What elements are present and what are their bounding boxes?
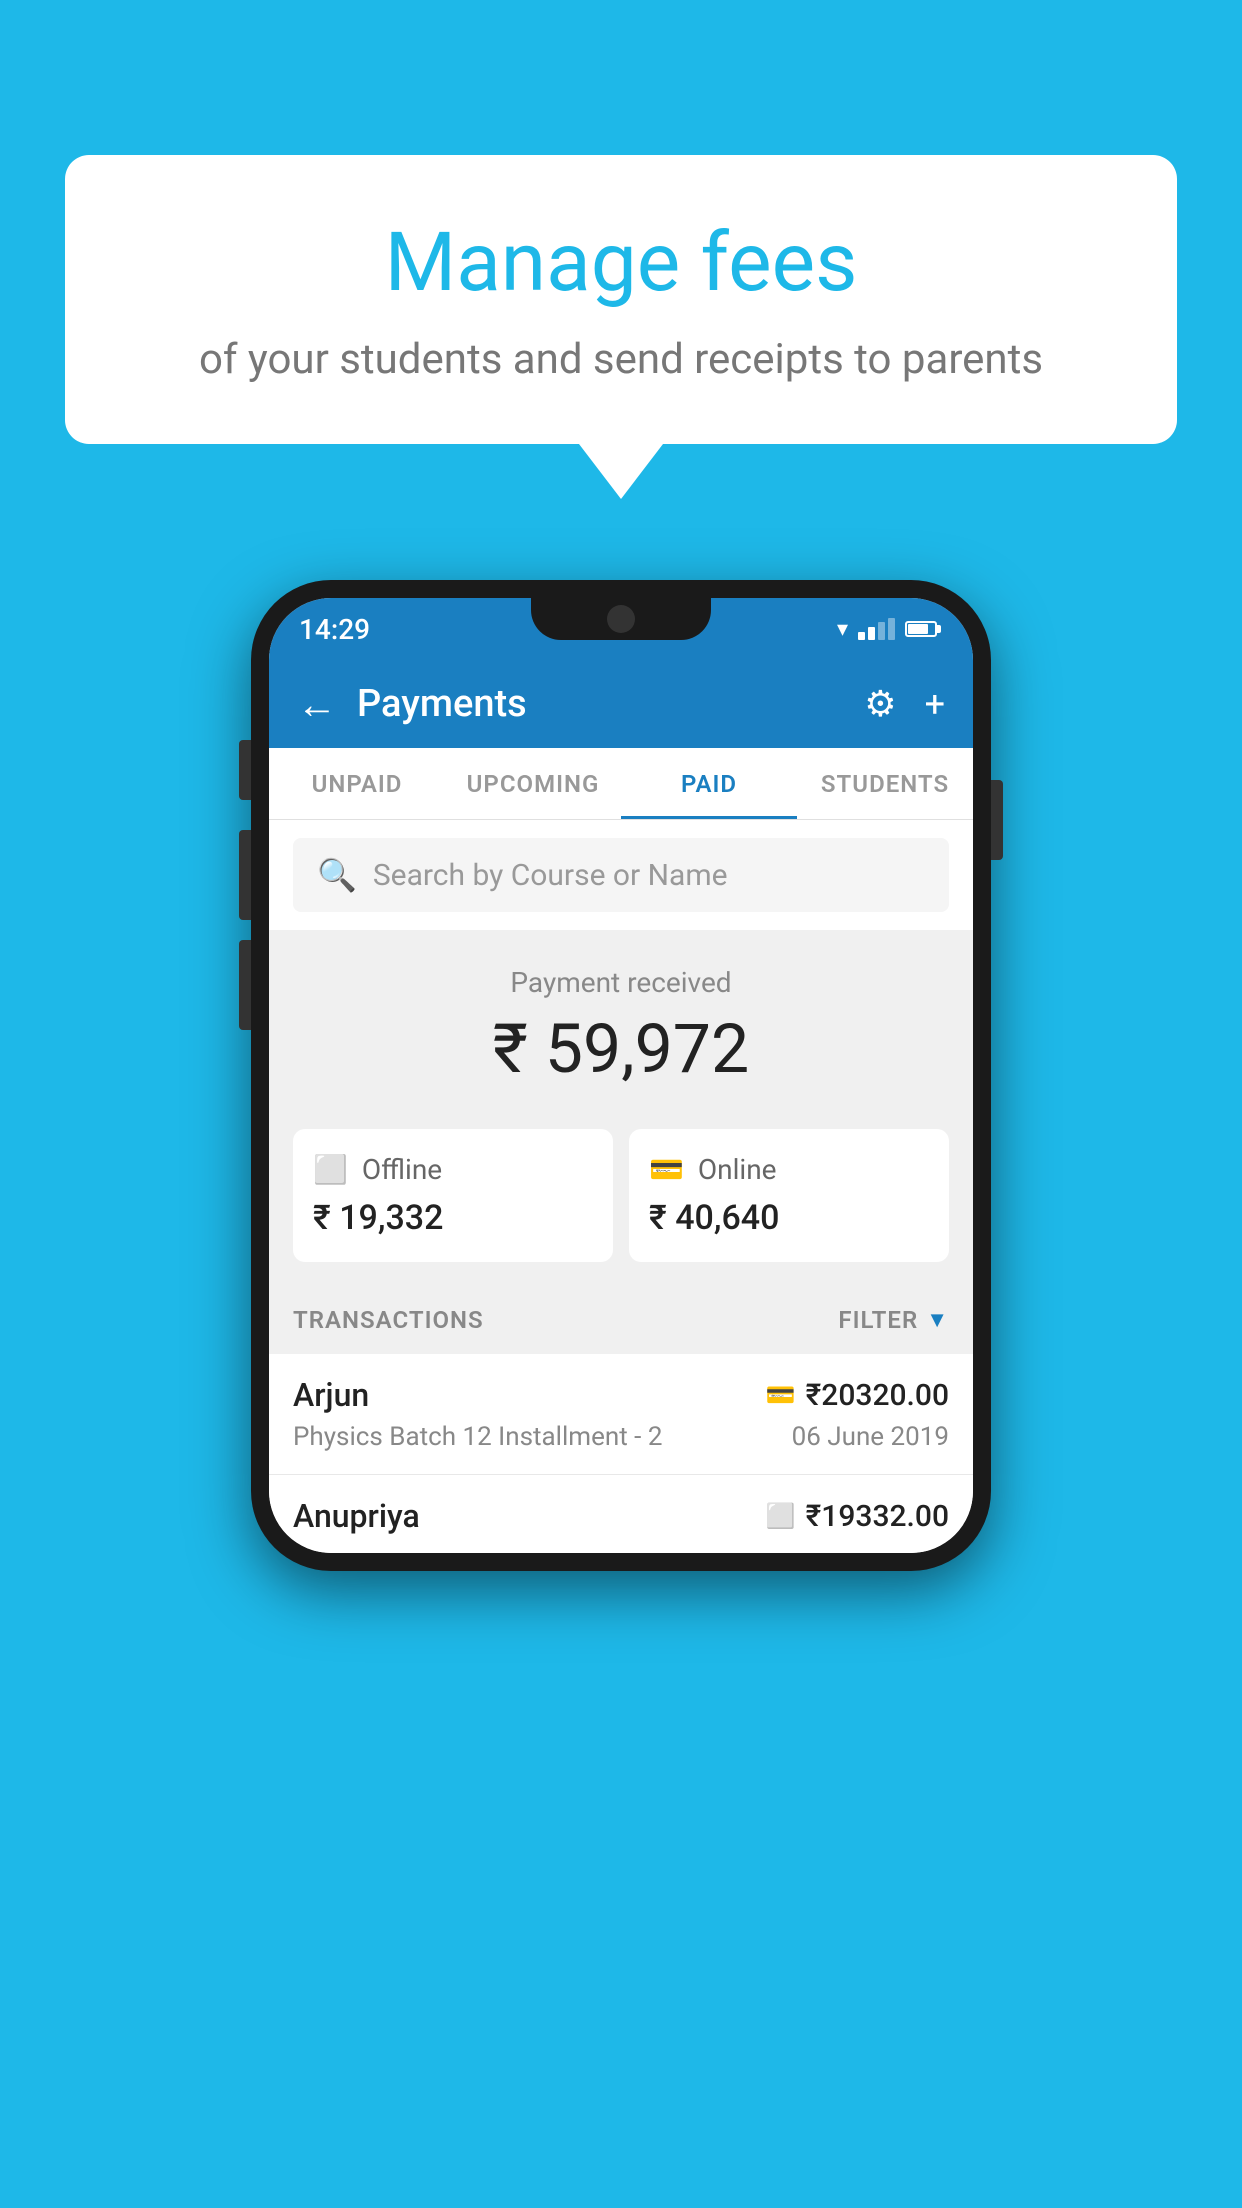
transaction-amount: ₹19332.00 bbox=[806, 1499, 949, 1534]
wifi-icon: ▾ bbox=[837, 617, 848, 642]
tabs-bar: UNPAID UPCOMING PAID STUDENTS bbox=[269, 748, 973, 820]
phone-body: 14:29 ▾ ← Payments bbox=[251, 580, 991, 1571]
transaction-bottom: Physics Batch 12 Installment - 2 06 June… bbox=[293, 1422, 949, 1452]
tab-upcoming[interactable]: UPCOMING bbox=[445, 748, 621, 819]
transaction-right: ⬜ ₹19332.00 bbox=[766, 1499, 949, 1534]
transaction-name: Anupriya bbox=[293, 1497, 420, 1535]
settings-button[interactable]: ⚙ bbox=[864, 683, 896, 725]
signal-icon bbox=[858, 618, 895, 640]
offline-amount: ₹ 19,332 bbox=[313, 1198, 443, 1238]
payment-received-amount: ₹ 59,972 bbox=[293, 1009, 949, 1089]
search-box[interactable]: 🔍 Search by Course or Name bbox=[293, 838, 949, 912]
phone-camera bbox=[607, 605, 635, 633]
phone-screen: 14:29 ▾ ← Payments bbox=[269, 598, 973, 1553]
filter-button[interactable]: FILTER ▼ bbox=[838, 1306, 949, 1334]
transaction-row: Arjun 💳 ₹20320.00 Physics Batch 12 Insta… bbox=[269, 1354, 973, 1475]
payment-received-section: Payment received ₹ 59,972 bbox=[269, 930, 973, 1113]
online-amount: ₹ 40,640 bbox=[649, 1198, 779, 1238]
transactions-header: TRANSACTIONS FILTER ▼ bbox=[269, 1286, 973, 1354]
volume-up-button bbox=[239, 740, 251, 800]
phone-mockup: 14:29 ▾ ← Payments bbox=[251, 580, 991, 1571]
status-time: 14:29 bbox=[299, 613, 370, 646]
phone-notch bbox=[531, 598, 711, 640]
transaction-row: Anupriya ⬜ ₹19332.00 bbox=[269, 1475, 973, 1553]
back-button[interactable]: ← bbox=[297, 681, 337, 728]
silent-button bbox=[239, 940, 251, 1030]
search-icon: 🔍 bbox=[317, 856, 357, 894]
bubble-arrow bbox=[579, 444, 663, 499]
offline-card: ⬜ Offline ₹ 19,332 bbox=[293, 1129, 613, 1262]
transactions-label: TRANSACTIONS bbox=[293, 1306, 484, 1334]
header-actions: ⚙ + bbox=[864, 683, 945, 725]
offline-icon: ⬜ bbox=[313, 1153, 348, 1186]
power-button bbox=[991, 780, 1003, 860]
transaction-right: 💳 ₹20320.00 bbox=[766, 1378, 949, 1413]
header-title: Payments bbox=[357, 682, 864, 726]
payment-received-label: Payment received bbox=[293, 966, 949, 999]
transaction-date: 06 June 2019 bbox=[792, 1422, 949, 1452]
app-header: ← Payments ⚙ + bbox=[269, 660, 973, 748]
speech-bubble: Manage fees of your students and send re… bbox=[65, 155, 1177, 444]
search-section: 🔍 Search by Course or Name bbox=[269, 820, 973, 930]
online-card: 💳 Online ₹ 40,640 bbox=[629, 1129, 949, 1262]
transaction-top: Arjun 💳 ₹20320.00 bbox=[293, 1376, 949, 1414]
speech-bubble-container: Manage fees of your students and send re… bbox=[65, 155, 1177, 499]
payment-type-icon: 💳 bbox=[766, 1381, 796, 1409]
add-button[interactable]: + bbox=[925, 683, 945, 725]
transaction-top: Anupriya ⬜ ₹19332.00 bbox=[293, 1497, 949, 1535]
battery-icon bbox=[905, 621, 937, 637]
filter-icon: ▼ bbox=[926, 1307, 949, 1333]
payment-cards: ⬜ Offline ₹ 19,332 💳 Online ₹ 40,640 bbox=[269, 1113, 973, 1286]
bubble-subtitle: of your students and send receipts to pa… bbox=[145, 335, 1097, 384]
transaction-course: Physics Batch 12 Installment - 2 bbox=[293, 1422, 662, 1452]
payment-type-icon: ⬜ bbox=[766, 1502, 796, 1530]
transaction-amount: ₹20320.00 bbox=[806, 1378, 949, 1413]
tab-unpaid[interactable]: UNPAID bbox=[269, 748, 445, 819]
transaction-name: Arjun bbox=[293, 1376, 369, 1414]
tab-paid[interactable]: PAID bbox=[621, 748, 797, 819]
volume-down-button bbox=[239, 830, 251, 920]
offline-card-header: ⬜ Offline bbox=[313, 1153, 442, 1186]
online-icon: 💳 bbox=[649, 1153, 684, 1186]
status-icons: ▾ bbox=[837, 617, 937, 642]
bubble-title: Manage fees bbox=[145, 215, 1097, 311]
online-card-header: 💳 Online bbox=[649, 1153, 777, 1186]
tab-students[interactable]: STUDENTS bbox=[797, 748, 973, 819]
search-placeholder: Search by Course or Name bbox=[373, 858, 728, 893]
